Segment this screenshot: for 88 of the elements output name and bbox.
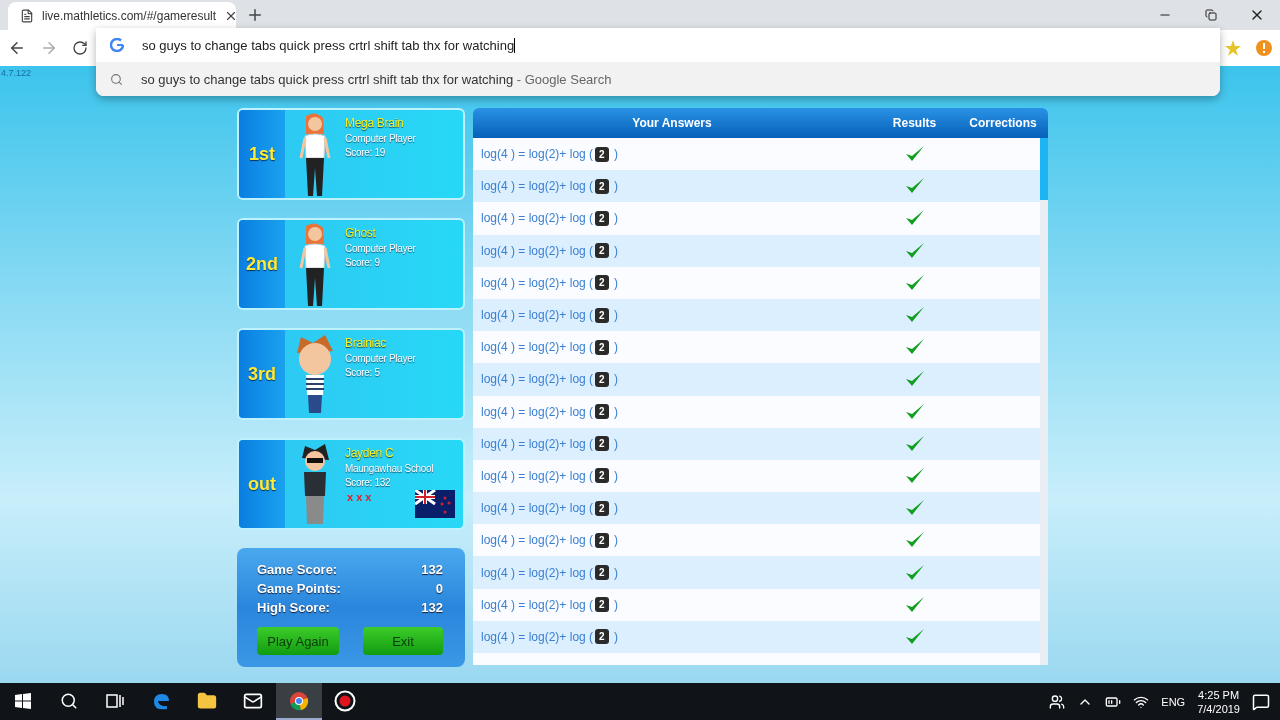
answer-value: 2 — [595, 146, 609, 162]
notification-icon — [1252, 692, 1270, 711]
player-name: Jayden C — [345, 446, 395, 460]
strike-marks: x x x — [346, 491, 373, 503]
player-score: Score: 132 — [345, 477, 392, 488]
player-score: Score: 9 — [345, 257, 381, 268]
rank-label: 3rd — [239, 330, 285, 418]
answer-text: log(4 ) = log(2)+ log ( 2 ) — [480, 565, 619, 581]
answer-text: log(4 ) = log(2)+ log ( 2 ) — [480, 404, 619, 420]
clock-time: 4:25 PM — [1198, 688, 1240, 701]
answer-text: log(4 ) = log(2)+ log ( 2 ) — [480, 178, 619, 194]
search-icon — [110, 72, 123, 86]
answer-value: 2 — [595, 404, 609, 420]
column-header: Your Answers — [631, 116, 713, 130]
answer-value: 2 — [595, 339, 609, 355]
google-logo-icon — [110, 38, 124, 52]
answer-value: 2 — [595, 275, 609, 291]
score-label: Game Score: — [257, 562, 338, 577]
search-suggestion[interactable]: so guys to change tabs quick press crtrl shift tab thx for watching - Google Search — [96, 62, 1220, 96]
player-name: Mega Brain — [345, 116, 405, 130]
answer-text: log(4 ) = log(2)+ log ( 2 ) — [480, 339, 619, 355]
answer-text: log(4 ) = log(2)+ log ( 2 ) — [480, 597, 619, 613]
player-subtitle: Computer Player — [345, 243, 417, 254]
player-subtitle: Maungawhau School — [345, 463, 435, 474]
answer-text: log(4 ) = log(2)+ log ( 2 ) — [480, 307, 619, 323]
answer-value: 2 — [595, 210, 609, 226]
answer-value: 2 — [595, 371, 609, 387]
rank-label: 2nd — [239, 220, 285, 308]
column-header: Results — [891, 116, 938, 130]
page-icon — [20, 9, 34, 23]
windows-logo-icon — [15, 692, 31, 709]
new-tab-button[interactable] — [246, 6, 264, 24]
reload-button[interactable] — [72, 40, 88, 56]
answer-text: log(4 ) = log(2)+ log ( 2 ) — [480, 210, 619, 226]
player-subtitle: Computer Player — [345, 133, 417, 144]
score-value: 132 — [421, 600, 443, 615]
answer-text: log(4 ) = log(2)+ log ( 2 ) — [480, 243, 619, 259]
exit-button[interactable]: Exit — [363, 627, 443, 655]
restore-icon — [1205, 9, 1217, 21]
plus-icon — [246, 6, 264, 24]
score-value: 0 — [435, 581, 443, 596]
answer-value: 2 — [595, 243, 609, 259]
rank-label: 1st — [239, 110, 285, 198]
score-label: Game Points: — [257, 581, 341, 596]
rank-label: out — [239, 440, 285, 528]
player-subtitle: Computer Player — [345, 353, 417, 364]
scrollbar-thumb[interactable] — [1040, 138, 1048, 200]
answer-value: 2 — [595, 307, 609, 323]
tab-title: live.mathletics.com/#/gameresult — [42, 9, 217, 23]
play-again-button[interactable]: Play Again — [257, 627, 339, 655]
answer-value: 2 — [595, 436, 609, 452]
answer-value: 2 — [595, 500, 609, 516]
score-label: High Score: — [257, 600, 330, 615]
player-name: Ghost — [345, 226, 377, 240]
taskbar-app-button[interactable] — [276, 683, 322, 720]
answer-value: 2 — [595, 629, 609, 645]
answer-text: log(4 ) = log(2)+ log ( 2 ) — [480, 436, 619, 452]
clock-date: 7/4/2019 — [1197, 702, 1240, 715]
record-icon — [334, 689, 356, 712]
answer-value: 2 — [595, 468, 609, 484]
search-icon — [60, 691, 78, 710]
task-view-icon — [106, 692, 124, 709]
answer-text: log(4 ) = log(2)+ log ( 2 ) — [480, 629, 619, 645]
address-field[interactable]: so guys to change tabs quick press crtrl shift tab thx for watching — [142, 33, 1206, 57]
folder-icon — [197, 690, 217, 711]
answer-value: 2 — [595, 178, 609, 194]
answer-value: 2 — [595, 597, 609, 613]
version-label: 4.7.122 — [0, 67, 32, 80]
column-header: Corrections — [968, 116, 1038, 130]
player-name: Brainiac — [345, 336, 387, 350]
answer-text: log(4 ) = log(2)+ log ( 2 ) — [480, 500, 619, 516]
answer-text: log(4 ) = log(2)+ log ( 2 ) — [480, 532, 619, 548]
forward-arrow-icon — [40, 39, 58, 57]
back-button[interactable] — [8, 39, 26, 57]
player-score: Score: 5 — [345, 367, 381, 378]
answer-text: log(4 ) = log(2)+ log ( 2 ) — [480, 146, 619, 162]
answer-text: log(4 ) = log(2)+ log ( 2 ) — [480, 468, 619, 484]
answer-text: log(4 ) = log(2)+ log ( 2 ) — [480, 275, 619, 291]
answer-value: 2 — [595, 532, 609, 548]
player-score: Score: 19 — [345, 147, 387, 158]
people-icon — [1049, 693, 1066, 710]
answer-text: log(4 ) = log(2)+ log ( 2 ) — [480, 371, 619, 387]
browser-tab[interactable]: live.mathletics.com/#/gameresult — [8, 2, 236, 30]
answer-value: 2 — [595, 565, 609, 581]
score-value: 132 — [421, 562, 443, 577]
chrome-icon — [289, 690, 309, 711]
language-indicator[interactable]: ENG — [1161, 695, 1186, 708]
reload-icon — [72, 40, 88, 56]
